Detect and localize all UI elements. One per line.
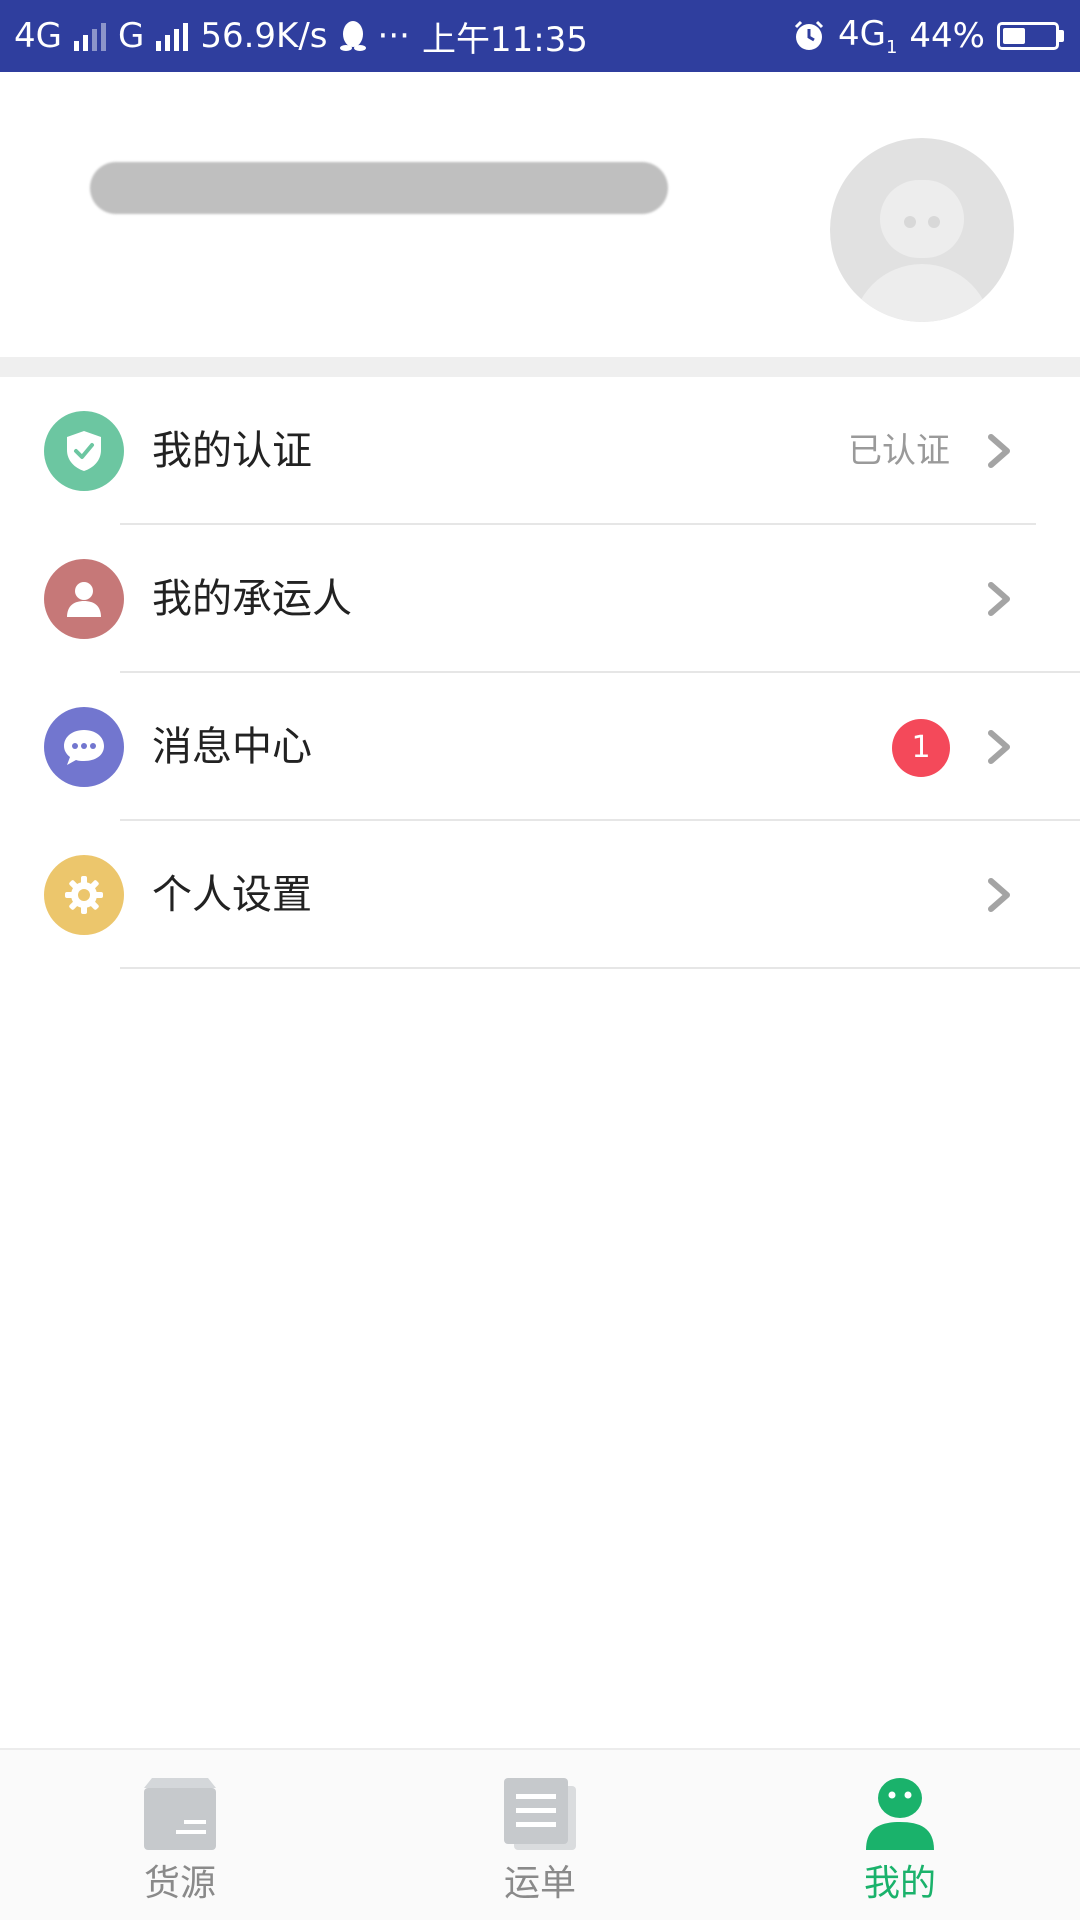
person-icon bbox=[866, 1778, 934, 1850]
gear-icon bbox=[44, 855, 124, 935]
box-icon bbox=[144, 1778, 216, 1850]
menu-item-label: 我的承运人 bbox=[152, 576, 352, 622]
qq-penguin-icon bbox=[339, 21, 366, 51]
menu-item-certification[interactable]: 我的认证 已认证 bbox=[0, 377, 1080, 525]
menu-item-messages[interactable]: 消息中心 1 bbox=[0, 673, 1080, 821]
menu-item-carrier[interactable]: 我的承运人 bbox=[0, 525, 1080, 673]
divider bbox=[120, 967, 1080, 969]
avatar[interactable] bbox=[830, 138, 1014, 322]
tab-label: 我的 bbox=[863, 1863, 936, 1904]
chevron-right-icon bbox=[988, 878, 1010, 912]
alarm-clock-icon bbox=[794, 20, 824, 50]
menu-item-label: 消息中心 bbox=[152, 724, 312, 770]
chevron-right-icon bbox=[988, 730, 1010, 764]
battery-icon bbox=[997, 21, 1064, 50]
network-type-1: 4G bbox=[14, 16, 62, 56]
unread-badge: 1 bbox=[892, 719, 950, 777]
user-icon bbox=[44, 559, 124, 639]
user-name-redacted bbox=[90, 162, 668, 214]
menu-item-settings[interactable]: 个人设置 bbox=[0, 821, 1080, 969]
chat-bubble-icon bbox=[44, 707, 124, 787]
menu-item-label: 个人设置 bbox=[152, 872, 312, 918]
tab-label: 运单 bbox=[503, 1863, 576, 1904]
network-type-3: 4G1 bbox=[837, 14, 898, 58]
shield-check-icon bbox=[44, 411, 124, 491]
tab-label: 货源 bbox=[143, 1863, 216, 1904]
profile-header bbox=[0, 72, 1080, 357]
menu-list: 我的认证 已认证 我的承运人 消息中心 1 个人设置 bbox=[0, 377, 1080, 969]
tab-cargo-source[interactable]: 货源 bbox=[0, 1750, 360, 1920]
signal-icon bbox=[73, 21, 106, 51]
tab-mine[interactable]: 我的 bbox=[720, 1750, 1080, 1920]
network-speed: 56.9K/s bbox=[200, 16, 328, 56]
avatar-body bbox=[852, 264, 992, 322]
battery-percent: 44% bbox=[909, 15, 985, 56]
certification-status: 已认证 bbox=[848, 431, 950, 471]
more-notifications: ··· bbox=[377, 16, 410, 56]
bottom-tab-bar: 货源 运单 我的 bbox=[0, 1748, 1080, 1920]
status-bar-right: 4G1 44% bbox=[792, 14, 1064, 58]
tab-waybill[interactable]: 运单 bbox=[360, 1750, 720, 1920]
chevron-right-icon bbox=[988, 582, 1010, 616]
menu-item-label: 我的认证 bbox=[152, 428, 312, 474]
chevron-right-icon bbox=[988, 434, 1010, 468]
signal-icon-2 bbox=[156, 21, 189, 51]
status-bar-left: 4G G 56.9K/s ··· 上午11:35 bbox=[14, 12, 588, 61]
avatar-head bbox=[880, 180, 964, 258]
section-separator bbox=[0, 357, 1080, 377]
status-bar: 4G G 56.9K/s ··· 上午11:35 4G1 44% bbox=[0, 0, 1080, 72]
network-type-2: G bbox=[117, 16, 145, 56]
document-icon bbox=[504, 1778, 576, 1850]
status-time: 上午11:35 bbox=[421, 19, 588, 60]
